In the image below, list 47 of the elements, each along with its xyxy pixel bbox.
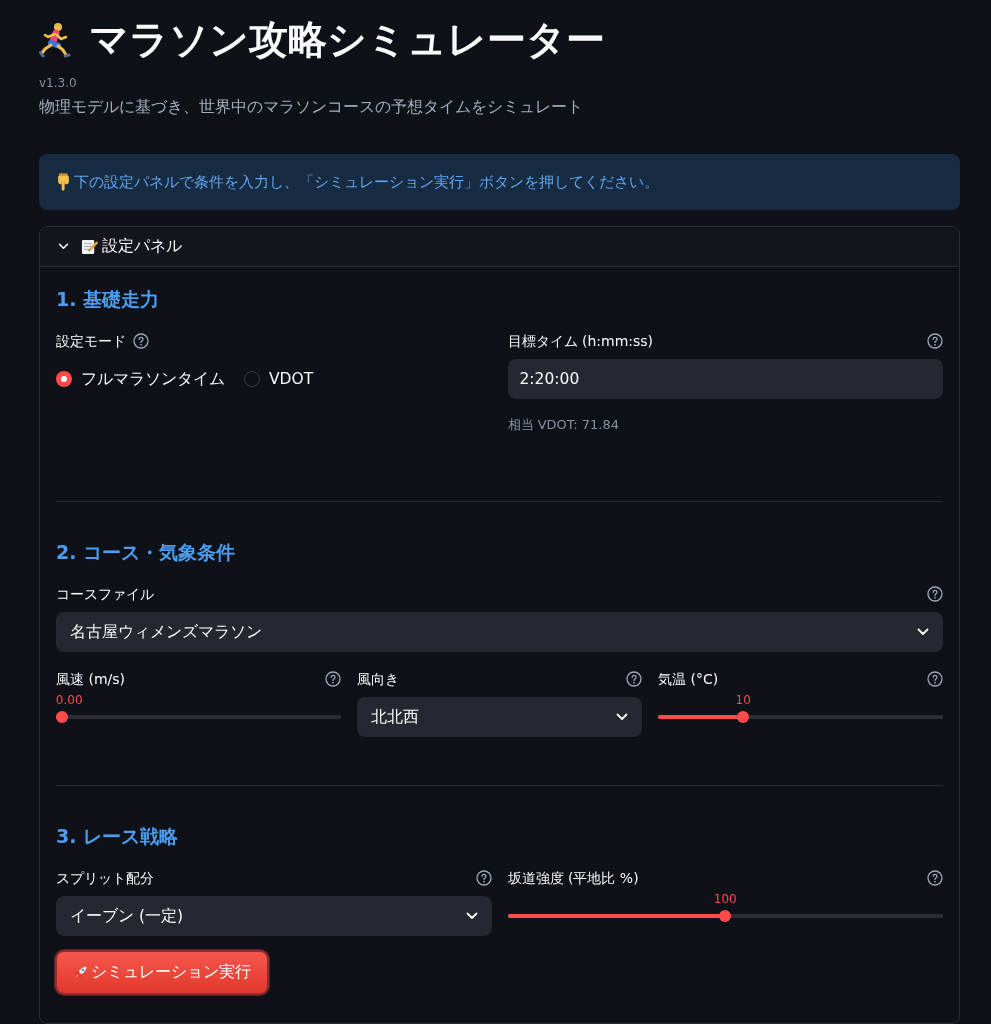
field-label: 風速 (m/s) [56, 670, 126, 689]
field-label: 気温 (°C) [658, 670, 719, 689]
field-label: 坂道強度 (平地比 %) [507, 869, 639, 888]
chevron-down-icon [616, 713, 628, 721]
slider-value: 100 [713, 892, 737, 907]
help-icon[interactable] [927, 586, 943, 602]
help-icon[interactable] [626, 671, 642, 687]
dropdown[interactable]: イーブン (一定) [56, 896, 492, 936]
run-simulation-button[interactable]: シミュレーション実行 [55, 950, 269, 995]
chevron-down-icon [465, 912, 478, 920]
slider-thumb[interactable] [737, 711, 750, 723]
app-title: マラソン攻略シミュレーター [89, 16, 605, 64]
expander-header[interactable]: 設定パネル [40, 227, 959, 267]
field-label: 設定モード [56, 332, 126, 351]
vdot-caption: 相当 VDOT: 71.84 [507, 416, 620, 434]
field-label: 目標タイム (h:mm:ss) [507, 332, 654, 351]
memo-icon [81, 238, 98, 255]
radio-option[interactable]: VDOT [244, 367, 314, 391]
time-input-field[interactable]: 2:20:00 [507, 359, 943, 399]
section-heading: 3. レース戦略 [56, 824, 180, 849]
help-icon[interactable] [133, 333, 149, 349]
slider-value: 0.00 [55, 693, 83, 708]
section-heading: 2. コース・気象条件 [56, 540, 237, 565]
rocket-icon [73, 965, 88, 980]
chevron-down-icon [917, 628, 929, 636]
field-label: スプリット配分 [56, 869, 154, 888]
info-text: 下の設定パネルで条件を入力し、「シミュレーション実行」ボタンを押してください。 [74, 172, 659, 193]
radio-unselected-icon[interactable] [244, 371, 260, 387]
slider-thumb[interactable] [719, 910, 732, 922]
dropdown[interactable]: 北北西 [357, 697, 642, 737]
help-icon[interactable] [475, 870, 492, 886]
field-label: コースファイル [56, 585, 154, 604]
slider-value: 10 [735, 693, 751, 708]
radio-option[interactable]: フルマラソンタイム [56, 367, 225, 391]
runner-icon [39, 22, 71, 58]
version-label: v1.3.0 [39, 75, 78, 91]
app-subtitle: 物理モデルに基づき、世界中のマラソンコースの予想タイムをシミュレート [39, 96, 584, 118]
pointing-down-hand-icon [57, 173, 70, 191]
help-icon[interactable] [325, 671, 341, 687]
help-icon[interactable] [927, 333, 943, 349]
field-label: 風向き [357, 670, 399, 689]
slider-thumb[interactable] [56, 711, 68, 723]
section-heading: 1. 基礎走力 [56, 287, 161, 312]
help-icon[interactable] [927, 870, 943, 886]
radio-selected-icon[interactable] [56, 371, 72, 387]
dropdown[interactable]: 名古屋ウィメンズマラソン [56, 612, 943, 652]
help-icon[interactable] [927, 671, 943, 687]
